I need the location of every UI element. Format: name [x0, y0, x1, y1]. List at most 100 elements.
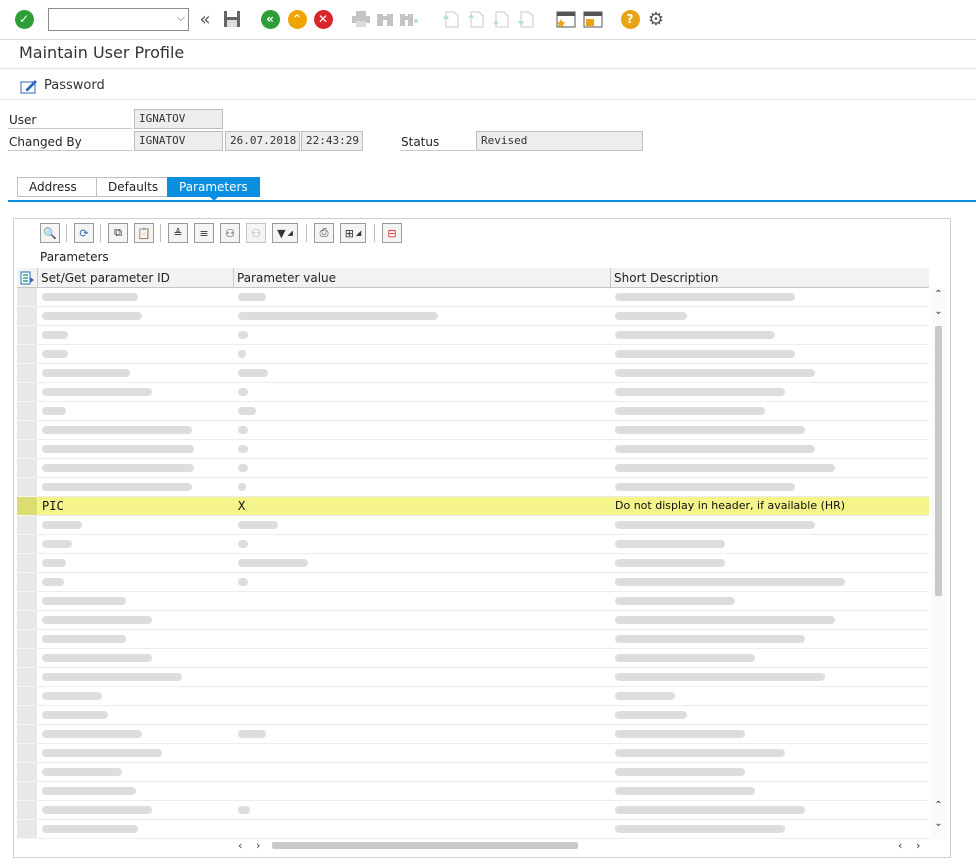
cell-parameter-value[interactable]: [235, 535, 610, 554]
row-selector[interactable]: [17, 611, 37, 630]
column-header-parameter-id[interactable]: Set/Get parameter ID: [37, 268, 233, 288]
scroll-up-icon[interactable]: ⌃: [932, 800, 945, 811]
row-selector[interactable]: [17, 440, 37, 459]
cancel-button[interactable]: ✕: [312, 8, 334, 30]
row-selector[interactable]: [17, 459, 37, 478]
row-selector[interactable]: [17, 364, 37, 383]
new-session-button[interactable]: [555, 8, 577, 30]
table-row[interactable]: [17, 782, 929, 801]
refresh-button[interactable]: ⟳: [74, 223, 94, 243]
filter-button[interactable]: ▼ ◢: [272, 223, 298, 243]
last-page-button[interactable]: [515, 8, 537, 30]
cell-parameter-value[interactable]: [235, 782, 610, 801]
cell-parameter-id[interactable]: [39, 687, 233, 706]
table-row[interactable]: [17, 820, 929, 839]
back-button[interactable]: «: [259, 8, 281, 30]
delete-row-button[interactable]: ⊟: [382, 223, 402, 243]
row-selector[interactable]: [17, 516, 37, 535]
horizontal-scroll-thumb[interactable]: [272, 842, 578, 849]
cell-parameter-id[interactable]: [39, 706, 233, 725]
table-row[interactable]: [17, 535, 929, 554]
vertical-scrollbar[interactable]: ⌃ ⌄ ⌃ ⌄: [932, 288, 945, 839]
shortcut-button[interactable]: [582, 8, 604, 30]
cell-parameter-id[interactable]: [39, 345, 233, 364]
table-row[interactable]: [17, 592, 929, 611]
table-row[interactable]: [17, 763, 929, 782]
row-selector[interactable]: [17, 725, 37, 744]
cell-parameter-id[interactable]: [39, 307, 233, 326]
row-selector[interactable]: [17, 535, 37, 554]
row-selector[interactable]: [17, 383, 37, 402]
cell-parameter-value[interactable]: [235, 611, 610, 630]
settings-button[interactable]: ⚙: [645, 8, 667, 30]
select-all-button[interactable]: [17, 268, 37, 288]
row-selector[interactable]: [17, 326, 37, 345]
help-button[interactable]: ?: [619, 8, 641, 30]
table-row[interactable]: [17, 288, 929, 307]
table-row-highlighted[interactable]: PIC X Do not display in header, if availab…: [17, 497, 929, 516]
cell-parameter-id[interactable]: [39, 782, 233, 801]
sort-ascending-button[interactable]: ≜: [168, 223, 188, 243]
cell-parameter-id[interactable]: [39, 326, 233, 345]
cell-parameter-id[interactable]: [39, 516, 233, 535]
row-selector[interactable]: [17, 820, 37, 839]
table-row[interactable]: [17, 421, 929, 440]
cell-parameter-id[interactable]: [39, 820, 233, 839]
cell-parameter-id[interactable]: [39, 459, 233, 478]
row-selector[interactable]: [17, 345, 37, 364]
row-selector[interactable]: [17, 307, 37, 326]
find-next-button[interactable]: [398, 8, 420, 30]
cell-parameter-value[interactable]: [235, 402, 610, 421]
column-header-short-description[interactable]: Short Description: [610, 268, 929, 288]
cell-parameter-value[interactable]: [235, 668, 610, 687]
horizontal-scrollbar[interactable]: ‹ › ‹ ›: [232, 839, 932, 853]
details-button[interactable]: 🔍: [40, 223, 60, 243]
table-row[interactable]: [17, 307, 929, 326]
row-selector[interactable]: [17, 649, 37, 668]
table-row[interactable]: [17, 573, 929, 592]
table-row[interactable]: [17, 706, 929, 725]
scroll-left-icon[interactable]: ‹: [238, 839, 242, 852]
next-page-button[interactable]: [490, 8, 512, 30]
cell-parameter-value[interactable]: [235, 307, 610, 326]
user-field[interactable]: IGNATOV: [134, 109, 223, 129]
cell-parameter-id[interactable]: PIC: [39, 497, 233, 516]
cell-parameter-id[interactable]: [39, 535, 233, 554]
cell-parameter-id[interactable]: [39, 554, 233, 573]
tab-parameters[interactable]: Parameters: [167, 177, 260, 201]
paste-button[interactable]: 📋: [134, 223, 154, 243]
table-row[interactable]: [17, 630, 929, 649]
row-selector[interactable]: [17, 592, 37, 611]
cell-parameter-id[interactable]: [39, 421, 233, 440]
table-row[interactable]: [17, 516, 929, 535]
exit-button[interactable]: ⌃: [286, 8, 308, 30]
cell-parameter-value[interactable]: [235, 763, 610, 782]
find-button[interactable]: ⚇: [220, 223, 240, 243]
print-button[interactable]: ⎙: [314, 223, 334, 243]
cell-parameter-value[interactable]: [235, 630, 610, 649]
cell-parameter-id[interactable]: [39, 763, 233, 782]
row-selector[interactable]: [17, 668, 37, 687]
scroll-right-icon[interactable]: ›: [256, 839, 260, 852]
table-row[interactable]: [17, 440, 929, 459]
table-row[interactable]: [17, 478, 929, 497]
cell-parameter-value[interactable]: [235, 345, 610, 364]
first-page-button[interactable]: [440, 8, 462, 30]
row-selector[interactable]: [17, 288, 37, 307]
row-selector[interactable]: [17, 782, 37, 801]
cell-parameter-id[interactable]: [39, 364, 233, 383]
save-button[interactable]: [221, 8, 243, 30]
table-row[interactable]: [17, 687, 929, 706]
copy-button[interactable]: ⧉: [108, 223, 128, 243]
cell-parameter-value[interactable]: X: [235, 497, 610, 516]
cell-parameter-value[interactable]: [235, 459, 610, 478]
cell-parameter-id[interactable]: [39, 573, 233, 592]
row-selector[interactable]: [17, 421, 37, 440]
table-row[interactable]: [17, 364, 929, 383]
chevron-down-icon[interactable]: ⌵: [177, 11, 185, 25]
cell-parameter-value[interactable]: [235, 554, 610, 573]
row-selector[interactable]: [17, 687, 37, 706]
table-row[interactable]: [17, 801, 929, 820]
back-history-button[interactable]: «: [194, 8, 216, 30]
cell-parameter-value[interactable]: [235, 801, 610, 820]
